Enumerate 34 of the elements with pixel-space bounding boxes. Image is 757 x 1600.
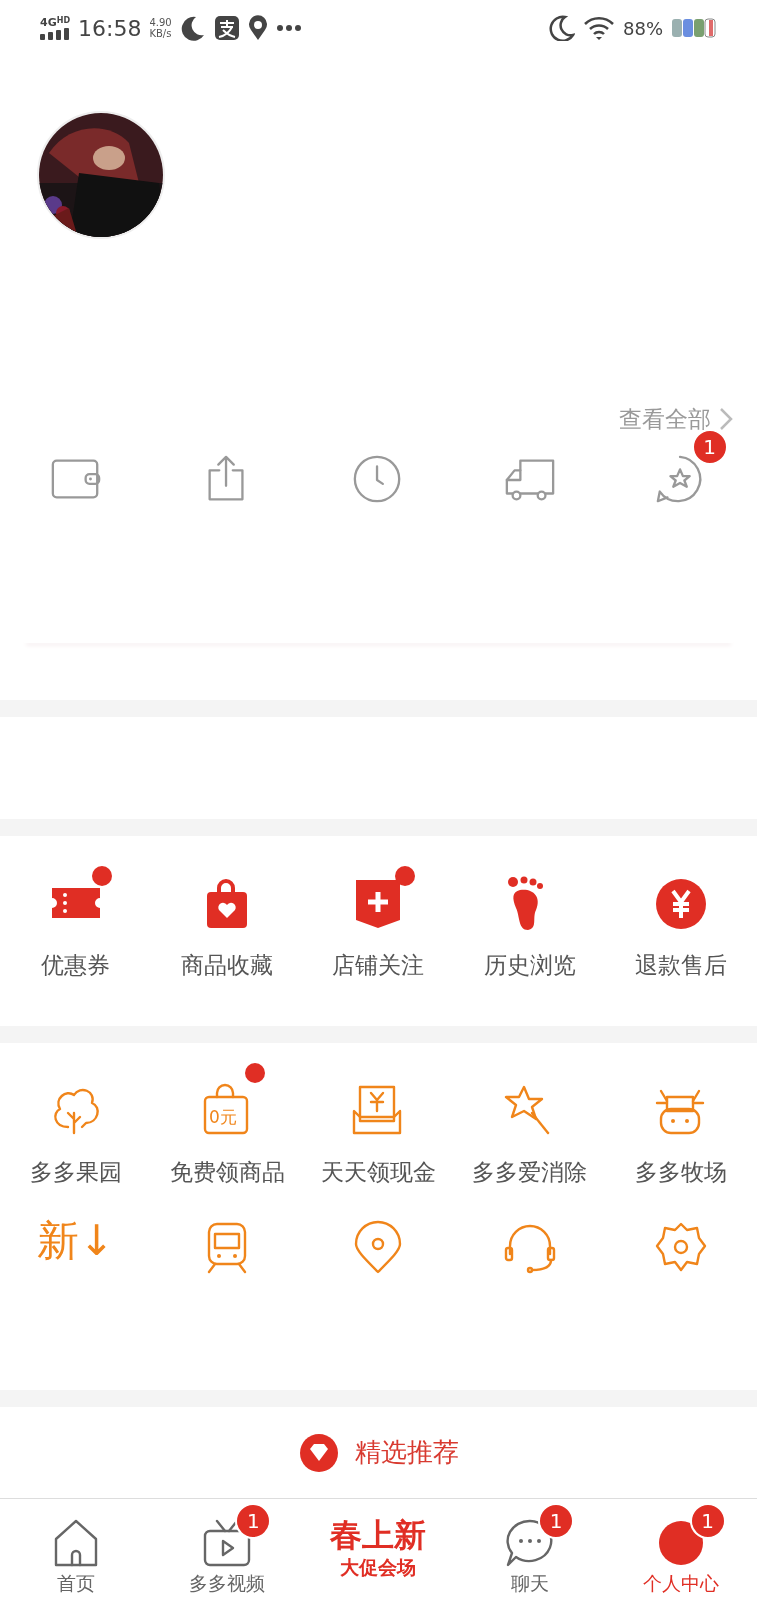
payment-app-icon xyxy=(213,15,240,41)
shortcut-label[interactable]: 优惠券 xyxy=(41,948,111,983)
tab-label[interactable]: 首页 xyxy=(56,1568,95,1597)
shortcut-label[interactable]: 商品收藏 xyxy=(181,948,274,983)
promo-tab[interactable]: 春上新 大促会场 xyxy=(302,1499,455,1600)
shortcut-label[interactable]: 免费领商品 xyxy=(169,1155,285,1190)
shortcut-label[interactable]: 历史浏览 xyxy=(483,948,576,983)
signal-icon xyxy=(40,27,70,40)
shortcut-label[interactable]: 多多果园 xyxy=(29,1155,122,1190)
tab-label[interactable]: 聊天 xyxy=(510,1568,549,1597)
hd-label: HD xyxy=(56,16,71,25)
count-badge: 1 xyxy=(538,1503,575,1539)
map-pin-icon xyxy=(247,15,268,41)
shortcut-label[interactable]: 退款售后 xyxy=(635,948,728,983)
tab-label[interactable]: 多多视频 xyxy=(189,1568,266,1597)
count-badge: 1 xyxy=(235,1503,272,1539)
count-badge: 1 xyxy=(689,1503,726,1539)
shortcut-label[interactable]: 店铺关注 xyxy=(332,948,425,983)
section-title: 精选推荐 xyxy=(354,1436,459,1469)
shortcut-label[interactable]: 天天领现金 xyxy=(321,1155,436,1190)
tab-label[interactable]: 个人中心 xyxy=(643,1568,720,1597)
network-speed: 4.90 xyxy=(149,17,172,28)
battery-percent: 88% xyxy=(623,16,663,41)
speed-unit: KB/s xyxy=(149,28,172,39)
shortcut-label[interactable]: 多多牧场 xyxy=(635,1155,728,1190)
more-icon xyxy=(275,24,302,32)
chevron-right-icon[interactable] xyxy=(719,407,733,432)
wifi-icon xyxy=(583,16,615,40)
moon-icon xyxy=(549,15,575,41)
battery-icon xyxy=(671,17,717,39)
shortcut-label[interactable]: 多多爱消除 xyxy=(472,1155,588,1190)
clock-time: 16:58 xyxy=(78,14,142,43)
moon-icon xyxy=(179,15,206,41)
network-label: 4G xyxy=(40,16,57,28)
